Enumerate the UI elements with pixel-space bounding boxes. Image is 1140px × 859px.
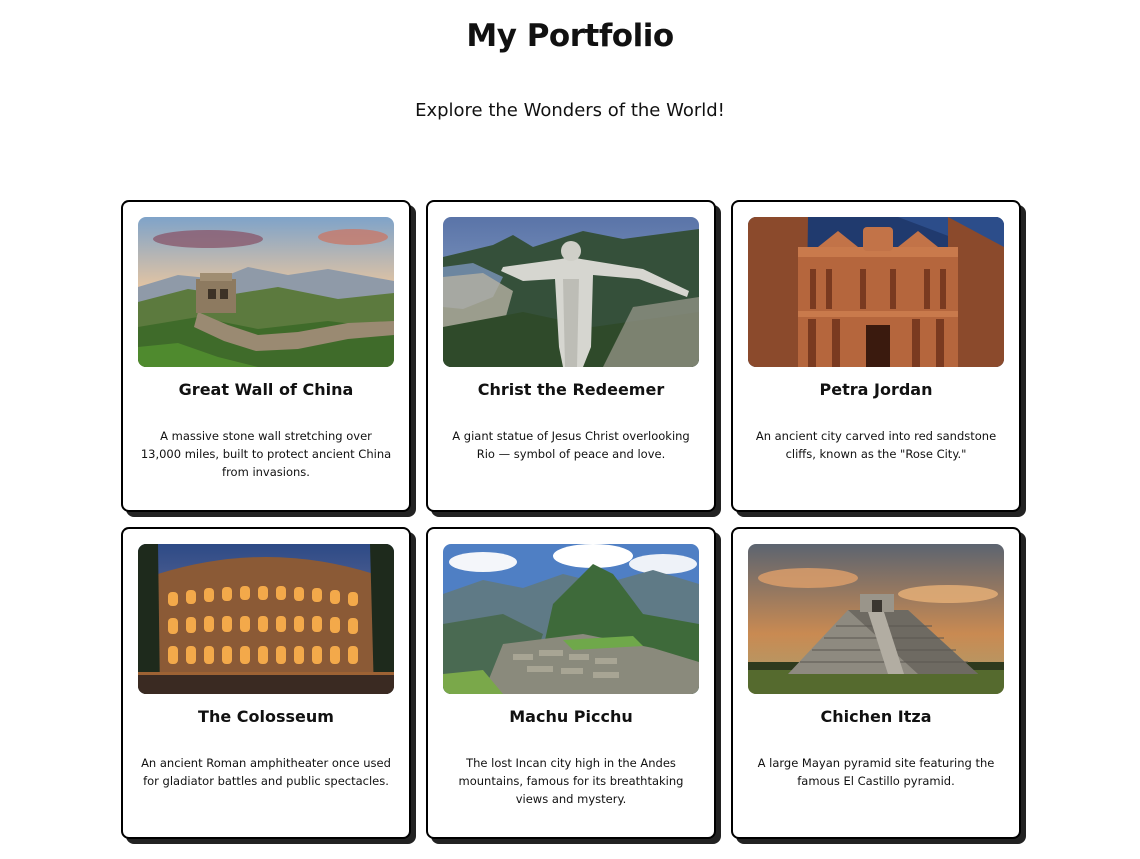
chichen-itza-photo [748, 544, 1004, 694]
machu-picchu-photo [443, 544, 699, 694]
page-title: My Portfolio [466, 18, 674, 54]
card-title: Great Wall of China [178, 380, 354, 399]
page-subtitle: Explore the Wonders of the World! [415, 100, 725, 121]
card-machu-picchu[interactable]: Machu Picchu The lost Incan city high in… [426, 527, 716, 839]
card-chichen-itza[interactable]: Chichen Itza A large Mayan pyramid site … [731, 527, 1021, 839]
card-description: An ancient Roman amphitheater once used … [141, 756, 391, 788]
wonders-grid: Great Wall of China A massive stone wall… [121, 200, 1021, 839]
card-great-wall[interactable]: Great Wall of China A massive stone wall… [121, 200, 411, 512]
card-christ-redeemer[interactable]: Christ the Redeemer A giant statue of Je… [426, 200, 716, 512]
card-title: Christ the Redeemer [477, 380, 665, 399]
card-description: An ancient city carved into red sandston… [755, 429, 997, 461]
card-description: A large Mayan pyramid site featuring the… [757, 756, 995, 788]
petra-photo [748, 217, 1004, 367]
christ-redeemer-photo [443, 217, 699, 367]
card-title: The Colosseum [198, 707, 334, 726]
portfolio-page: My Portfolio Explore the Wonders of the … [0, 0, 1140, 859]
card-colosseum[interactable]: The Colosseum An ancient Roman amphithea… [121, 527, 411, 839]
card-title: Machu Picchu [509, 707, 633, 726]
card-description: The lost Incan city high in the Andes mo… [458, 756, 684, 806]
card-petra[interactable]: Petra Jordan An ancient city carved into… [731, 200, 1021, 512]
card-description: A massive stone wall stretching over 13,… [140, 429, 392, 479]
card-description: A giant statue of Jesus Christ overlooki… [452, 429, 690, 461]
card-title: Chichen Itza [820, 707, 932, 726]
colosseum-photo [138, 544, 394, 694]
card-title: Petra Jordan [819, 380, 933, 399]
great-wall-photo [138, 217, 394, 367]
